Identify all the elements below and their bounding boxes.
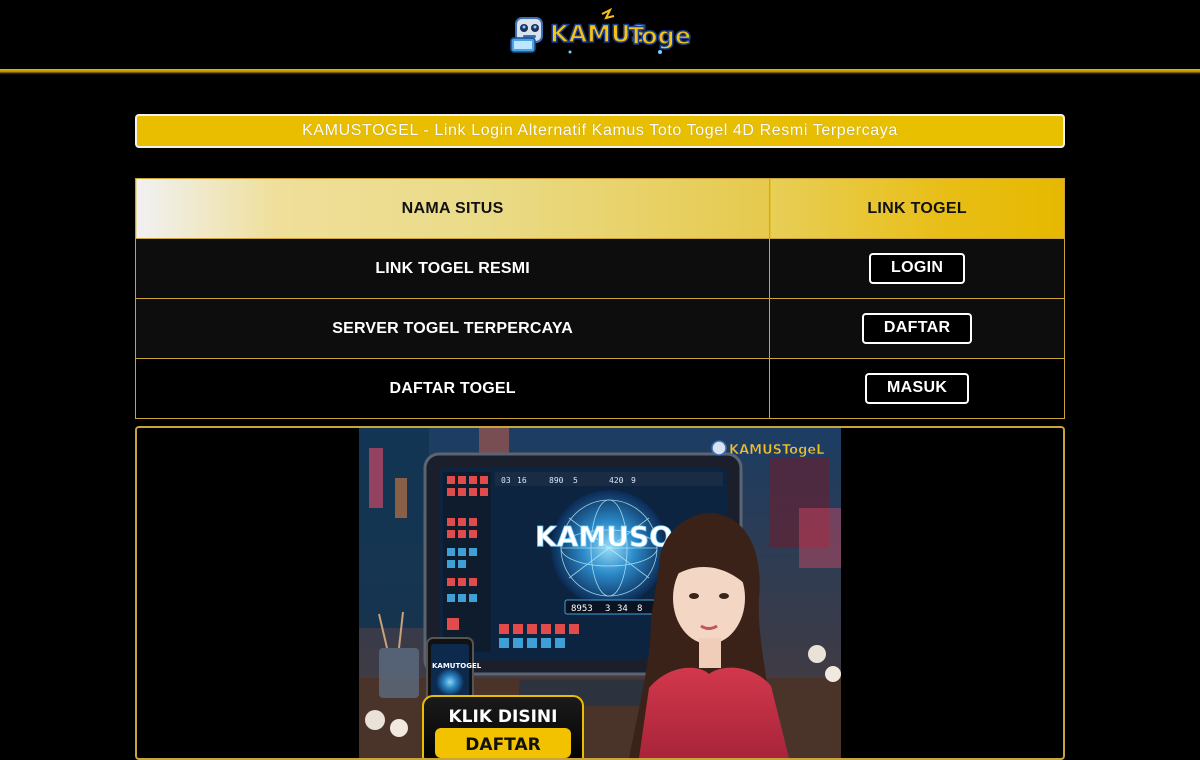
row-site-name: DAFTAR TOGEL (134, 358, 771, 419)
logo-graphic: KAMUS Togel (510, 7, 700, 54)
masuk-button[interactable]: MASUK (865, 373, 970, 404)
table-row: LINK TOGEL RESMI LOGIN (134, 238, 1065, 299)
table-header-row: NAMA SITUS LINK TOGEL (134, 178, 1065, 239)
column-header-link: LINK TOGEL (769, 178, 1065, 239)
column-header-site-name: NAMA SITUS (134, 178, 771, 239)
readout-value: 8953 (571, 604, 593, 614)
headline-text: KAMUSTOGEL - Link Login Alternatif Kamus… (302, 122, 898, 139)
row-site-name: SERVER TOGEL TERPERCAYA (134, 298, 771, 359)
ticker-value: 420 (609, 476, 624, 485)
readout-value: 8 (637, 604, 642, 614)
ticker-value: 5 (573, 476, 578, 485)
table-row: DAFTAR TOGEL MASUK (134, 358, 1065, 419)
promo-banner-frame: 03 16 890 5 420 9 KAMUSOGEL 8953 3 34 8 … (135, 426, 1065, 760)
readout-value: 34 (617, 604, 628, 614)
robot-mascot-icon (510, 17, 543, 53)
ticker-value: 03 (501, 476, 511, 485)
header-gold-underline (0, 69, 1200, 75)
banner-illustration: 03 16 890 5 420 9 KAMUSOGEL 8953 3 34 8 … (359, 428, 841, 758)
ticker-value: 16 (517, 476, 527, 485)
login-button[interactable]: LOGIN (869, 253, 966, 284)
row-link-cell: MASUK (769, 358, 1065, 419)
site-logo[interactable]: KAMUS Togel (510, 7, 700, 58)
logo-text-sub: Togel (628, 22, 692, 50)
banner-logo-text: KAMUSTogeL (729, 443, 824, 458)
klik-disini-cta: KLIK DISINI DAFTAR (422, 695, 584, 758)
sparkle-icon (568, 50, 572, 54)
row-link-cell: DAFTAR (769, 298, 1065, 359)
link-table: NAMA SITUS LINK TOGEL LINK TOGEL RESMI L… (134, 178, 1065, 419)
promo-banner-image[interactable]: 03 16 890 5 420 9 KAMUSOGEL 8953 3 34 8 … (359, 428, 841, 758)
readout-value: 3 (605, 604, 610, 614)
daftar-button[interactable]: DAFTAR (861, 313, 973, 344)
site-header: KAMUS Togel (0, 0, 1200, 70)
table-row: SERVER TOGEL TERPERCAYA DAFTAR (134, 298, 1065, 359)
headline-banner: KAMUSTOGEL - Link Login Alternatif Kamus… (135, 114, 1065, 148)
sparkle-icon (658, 50, 662, 54)
spark-icon (601, 7, 615, 20)
row-site-name: LINK TOGEL RESMI (134, 238, 771, 299)
banner-logo: KAMUSTogeL (711, 440, 825, 458)
ticker-value: 9 (631, 476, 636, 485)
ticker-value: 890 (549, 476, 564, 485)
cta-line1: KLIK DISINI (449, 707, 558, 727)
phone-brand-text: KAMUTOGEL (432, 662, 482, 670)
cta-line2: DAFTAR (465, 735, 540, 755)
row-link-cell: LOGIN (769, 238, 1065, 299)
